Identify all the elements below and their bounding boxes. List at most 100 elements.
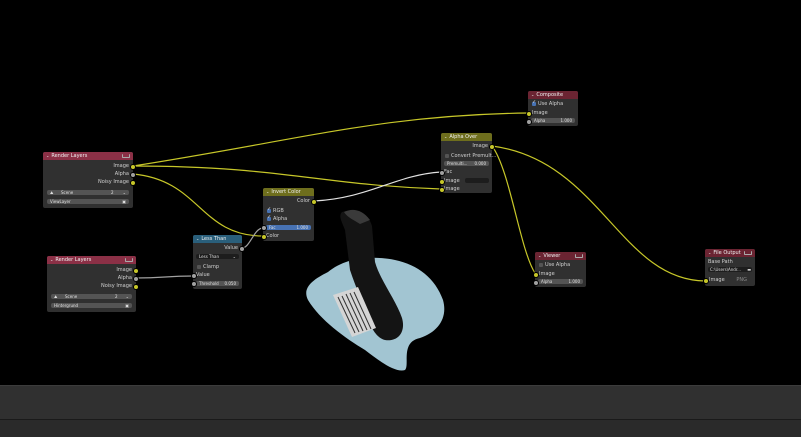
output-image-label: Image [472,143,488,149]
render-layers-node-1[interactable]: ⌄ Render Layers Image Alpha Noisy Image ⛰… [43,152,136,208]
input-image-1-socket[interactable] [438,179,445,185]
premult-label: Premulti... [447,161,468,166]
node-header[interactable]: ⌄ Viewer [535,252,586,260]
chevron-down-icon[interactable]: ⌄ [708,249,711,257]
output-image-label: Image [116,267,132,273]
folder-icon[interactable]: ▬ [747,267,751,272]
rgb-checkbox[interactable] [267,207,271,213]
input-fac-socket[interactable] [438,170,445,176]
layer-render-icon[interactable]: ▣ [122,199,126,204]
node-title: Composite [536,92,564,98]
input-value-label: Value [196,272,210,278]
fac-slider[interactable]: Fac 1.000 [266,225,311,230]
output-alpha-label: Alpha [114,171,129,177]
node-title: Invert Color [271,189,301,195]
output-image-label: Image [113,163,129,169]
chevron-down-icon[interactable]: ⌄ [50,256,53,264]
invert-color-node[interactable]: ⌄Invert Color Color RGB Alpha Fac 1.000 … [260,188,317,241]
input-image-2-label: Image [444,186,460,192]
input-alpha-socket[interactable] [532,280,539,286]
alpha-field[interactable]: Alpha 1.000 [531,118,575,123]
output-image-socket[interactable] [132,268,139,274]
input-image-socket[interactable] [525,111,532,117]
node-header[interactable]: ⌄ File Output [705,249,755,257]
node-header[interactable]: ⌄ Render Layers [43,152,133,160]
scene-dropdown-icon[interactable]: ⌄ [123,190,126,195]
use-alpha-label: Use Alpha [538,101,564,107]
input-value-socket[interactable] [190,273,197,279]
operation-value: Less Than [199,254,220,259]
premult-value: 0.000 [474,161,486,166]
image-color-swatch[interactable] [465,178,489,183]
input-image-socket[interactable] [532,272,539,278]
input-color-socket[interactable] [260,234,267,240]
output-color-socket[interactable] [310,199,317,205]
node-preview-icon[interactable] [744,251,752,255]
threshold-field[interactable]: Threshold 0.050 [196,281,239,286]
chevron-down-icon[interactable]: ⌄ [196,235,199,243]
chevron-down-icon[interactable]: ⌄ [538,252,541,260]
output-value-label: Value [224,245,238,251]
input-image-socket[interactable] [702,278,709,284]
node-header[interactable]: ⌄ Alpha Over [441,133,492,141]
node-title: Alpha Over [449,134,478,140]
composite-node[interactable]: ⌄Composite Use Alpha Image Alpha 1.000 [525,91,578,126]
use-alpha-checkbox[interactable] [532,100,536,106]
node-header[interactable]: ⌄ Less Than [193,235,242,243]
output-alpha-socket[interactable] [132,276,139,282]
scene-selector[interactable]: ⛰ Scene 2 ⌄ [47,190,129,195]
threshold-value: 0.050 [224,281,236,286]
input-threshold-socket[interactable] [190,281,197,287]
render-layers-node-2[interactable]: ⌄ Render Layers Image Alpha Noisy Image ⛰… [47,256,139,312]
alpha-checkbox[interactable] [267,215,271,221]
base-path-field[interactable]: C:\Users\Andr... ▬ [708,267,752,272]
output-noisy-image-socket[interactable] [132,284,139,290]
timeline-area[interactable] [0,385,801,420]
scene-dropdown-icon[interactable]: ⌄ [126,294,129,299]
output-noisy-image-socket[interactable] [129,180,136,186]
input-fac-socket[interactable] [260,225,267,231]
less-than-node[interactable]: ⌄ Less Than Value Less Than ⌄ Clamp Value… [190,235,245,289]
output-noisy-image-label: Noisy Image [97,179,129,185]
node-preview-icon[interactable] [575,254,583,258]
scene-users: 2 [111,190,114,195]
output-alpha-socket[interactable] [129,172,136,178]
output-image-socket[interactable] [129,164,136,170]
layer-selector[interactable]: Hintergrund ▣ [51,303,132,308]
node-preview-icon[interactable] [122,154,130,158]
layer-selector[interactable]: ViewLayer ▣ [47,199,129,204]
convert-premult-label: Convert Premult... [451,153,497,159]
output-image-socket[interactable] [488,144,495,150]
fac-label: Fac [269,225,276,230]
convert-premult-checkbox[interactable] [445,154,449,158]
scene-selector[interactable]: ⛰ Scene 2 ⌄ [51,294,132,299]
chevron-down-icon[interactable]: ⌄ [531,91,534,99]
clamp-checkbox[interactable] [197,265,201,269]
scene-value: Scene [61,190,74,195]
use-alpha-checkbox[interactable] [539,263,543,267]
alpha-value: 1.000 [568,279,580,284]
premult-field[interactable]: Premulti... 0.000 [444,161,489,166]
chevron-down-icon[interactable]: ⌄ [266,188,269,196]
alpha-label: Alpha [534,118,546,123]
layer-value: ViewLayer [50,199,71,204]
node-preview-icon[interactable] [125,258,133,262]
reference-image [306,209,445,371]
layer-render-icon[interactable]: ▣ [125,303,129,308]
node-header[interactable]: ⌄ Invert Color [263,188,314,196]
operation-dropdown[interactable]: Less Than ⌄ [196,254,239,259]
output-value-socket[interactable] [238,246,245,252]
input-image-2-socket[interactable] [438,187,445,193]
viewer-node[interactable]: ⌄ Viewer Use Alpha Image Alpha 1.000 [532,252,586,287]
alpha-field[interactable]: Alpha 1.000 [538,279,583,284]
chevron-down-icon[interactable]: ⌄ [444,133,447,141]
scene-value: Scene [65,294,78,299]
node-header[interactable]: ⌄ Composite [528,91,578,99]
use-alpha-label: Use Alpha [545,262,571,268]
input-alpha-socket[interactable] [525,119,532,125]
alpha-over-node[interactable]: ⌄ Alpha Over Image Convert Premult... Pre… [438,133,496,193]
input-color-label: Color [266,233,280,239]
chevron-down-icon[interactable]: ⌄ [46,152,49,160]
file-output-node[interactable]: ⌄ File Output Base Path C:\Users\Andr... … [702,249,755,286]
node-header[interactable]: ⌄ Render Layers [47,256,136,264]
